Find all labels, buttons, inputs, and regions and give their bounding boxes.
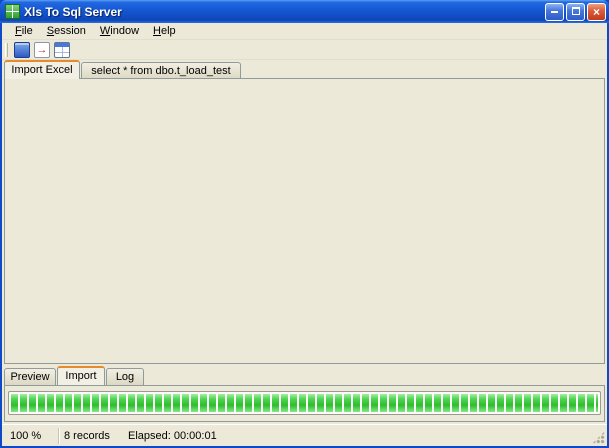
status-records: 8 records <box>64 430 120 442</box>
progress-fill <box>11 394 598 412</box>
menu-help[interactable]: Help <box>146 24 183 38</box>
tab-select-query[interactable]: select * from dbo.t_load_test <box>81 62 241 79</box>
app-window: Xls To Sql Server × File Session Window … <box>0 0 609 448</box>
status-bar: 100 % 8 records Elapsed: 00:00:01 <box>2 424 607 446</box>
menu-session[interactable]: Session <box>40 24 93 38</box>
tab-label: select * from dbo.t_load_test <box>91 65 230 77</box>
progress-bar <box>8 391 601 415</box>
titlebar[interactable]: Xls To Sql Server × <box>0 0 609 23</box>
database-icon[interactable] <box>14 42 30 58</box>
maximize-button[interactable] <box>566 3 585 21</box>
menubar: File Session Window Help <box>2 23 607 40</box>
minimize-icon <box>551 11 558 13</box>
minimize-button[interactable] <box>545 3 564 21</box>
status-elapsed: Elapsed: 00:00:01 <box>128 430 217 442</box>
tab-label: Log <box>116 371 134 383</box>
app-icon <box>5 4 20 19</box>
tab-log[interactable]: Log <box>106 368 144 385</box>
tab-import-excel[interactable]: Import Excel <box>4 60 80 79</box>
toolbar: → <box>2 40 607 60</box>
maximize-icon <box>572 7 580 15</box>
tab-label: Import Excel <box>11 64 72 76</box>
table-grid-icon[interactable] <box>54 42 70 58</box>
status-percent: 100 % <box>10 430 54 442</box>
tab-label: Import <box>65 370 96 382</box>
status-divider <box>58 428 60 444</box>
resize-grip[interactable] <box>592 431 605 444</box>
window-title: Xls To Sql Server <box>24 5 122 19</box>
close-button[interactable]: × <box>587 3 606 21</box>
run-icon[interactable]: → <box>34 42 50 58</box>
toolbar-grip[interactable] <box>5 43 8 57</box>
import-excel-page <box>4 78 605 364</box>
menu-file[interactable]: File <box>8 24 40 38</box>
tab-import[interactable]: Import <box>57 366 105 385</box>
tab-label: Preview <box>10 371 49 383</box>
menu-window[interactable]: Window <box>93 24 146 38</box>
tab-preview[interactable]: Preview <box>4 368 56 385</box>
